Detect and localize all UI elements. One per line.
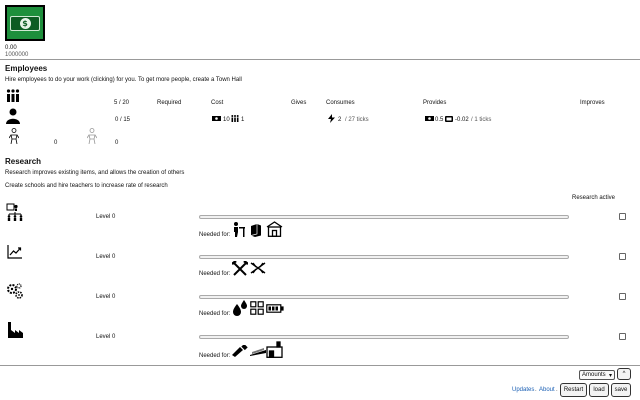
employees-count: 5 / 20 bbox=[114, 100, 130, 106]
drill-icon bbox=[232, 345, 248, 357]
research-active-checkbox[interactable] bbox=[619, 253, 626, 260]
people-group-icon bbox=[6, 89, 20, 103]
factory-icon bbox=[7, 321, 24, 338]
factory-building-icon bbox=[266, 341, 283, 358]
header-cost: Cost bbox=[211, 100, 224, 106]
provides-item: -0.02 bbox=[455, 117, 469, 123]
research-description-2: Create schools and hire teachers to incr… bbox=[5, 183, 168, 189]
money-cap: 1000000 bbox=[5, 52, 29, 58]
header-gives: Gives bbox=[291, 100, 307, 106]
research-description-1: Research improves existing items, and al… bbox=[5, 170, 185, 176]
needed-for-label: Needed for: bbox=[199, 353, 231, 359]
footer-divider bbox=[0, 365, 640, 366]
worker-icon[interactable] bbox=[6, 108, 20, 124]
chevron-down-icon: ▾ bbox=[608, 372, 612, 379]
worker-cost-money: 10 bbox=[223, 117, 230, 123]
builder-icon[interactable] bbox=[9, 128, 19, 144]
research-progress-bar bbox=[199, 255, 569, 259]
teacher-icon[interactable] bbox=[87, 128, 97, 144]
employees-description: Hire employees to do your work (clicking… bbox=[5, 77, 242, 83]
divider bbox=[0, 59, 640, 60]
research-title: Research bbox=[5, 157, 42, 166]
money-bill-icon: $ bbox=[10, 15, 40, 31]
header-provides: Provides bbox=[423, 100, 447, 106]
research-level: Level 0 bbox=[96, 214, 116, 220]
gears-icon bbox=[7, 283, 23, 299]
grid-icon bbox=[250, 301, 264, 315]
amounts-select-value: Amounts bbox=[582, 372, 606, 378]
builder-count: 0 bbox=[54, 140, 58, 146]
town-hall-icon bbox=[266, 221, 283, 237]
teacher-count: 0 bbox=[115, 140, 119, 146]
lightning-icon bbox=[328, 114, 335, 123]
worker-cost-people: 1 bbox=[241, 117, 245, 123]
crossed-tools-icon bbox=[250, 262, 266, 274]
consumes-rate: / 27 ticks bbox=[345, 117, 369, 123]
hammer-pick-icon bbox=[232, 261, 248, 276]
organization-icon bbox=[6, 203, 24, 221]
load-button[interactable]: load bbox=[589, 383, 609, 397]
link-separator: . bbox=[556, 387, 558, 393]
amounts-select[interactable]: Amounts ▾ bbox=[579, 370, 615, 380]
research-level: Level 0 bbox=[96, 254, 116, 260]
about-link[interactable]: About bbox=[539, 387, 555, 393]
conveyor-icon bbox=[250, 346, 266, 356]
research-level: Level 0 bbox=[96, 294, 116, 300]
food-icon bbox=[445, 115, 453, 122]
money-icon bbox=[212, 116, 221, 121]
employees-title: Employees bbox=[5, 64, 48, 73]
research-active-checkbox[interactable] bbox=[619, 293, 626, 300]
provides-rate: / 1 ticks bbox=[471, 117, 492, 123]
battery-icon bbox=[266, 304, 284, 313]
worker-count: 0 / 15 bbox=[115, 117, 131, 123]
header-required: Required bbox=[157, 100, 182, 106]
people-icon bbox=[231, 115, 239, 122]
provides-money: 0.5 bbox=[435, 117, 444, 123]
updates-link[interactable]: Updates bbox=[512, 387, 534, 393]
research-level: Level 0 bbox=[96, 334, 116, 340]
link-separator: . bbox=[535, 387, 537, 393]
research-active-checkbox[interactable] bbox=[619, 213, 626, 220]
header-improves: Improves bbox=[580, 100, 605, 106]
trend-chart-icon bbox=[7, 244, 23, 259]
save-button[interactable]: save bbox=[611, 383, 631, 397]
money-icon bbox=[425, 116, 434, 121]
research-active-label: Research active bbox=[572, 195, 616, 201]
water-drops-icon bbox=[232, 300, 248, 316]
worker-at-desk-icon bbox=[232, 221, 246, 237]
consumes-value: 2 bbox=[338, 117, 342, 123]
research-active-checkbox[interactable] bbox=[619, 333, 626, 340]
research-progress-bar bbox=[199, 215, 569, 219]
money-value: 0.00 bbox=[5, 45, 17, 51]
scroll-top-button[interactable]: ^ bbox=[617, 368, 631, 380]
books-icon bbox=[250, 223, 262, 237]
research-progress-bar bbox=[199, 335, 569, 339]
header-consumes: Consumes bbox=[326, 100, 355, 106]
needed-for-label: Needed for: bbox=[199, 271, 231, 277]
research-progress-bar bbox=[199, 295, 569, 299]
restart-button[interactable]: Restart bbox=[560, 383, 587, 397]
money-click-button[interactable]: $ bbox=[5, 5, 45, 41]
needed-for-label: Needed for: bbox=[199, 311, 231, 317]
needed-for-label: Needed for: bbox=[199, 232, 231, 238]
